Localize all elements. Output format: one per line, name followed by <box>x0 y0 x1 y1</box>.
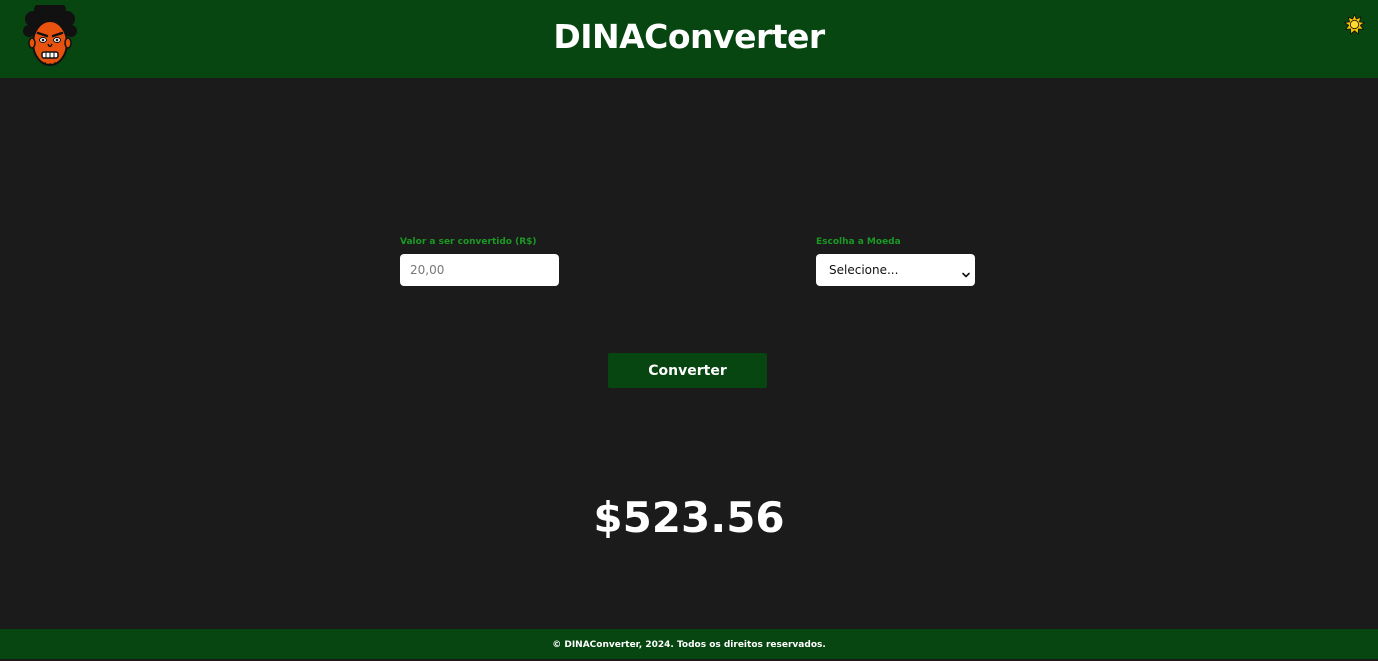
sun-icon[interactable] <box>1343 13 1366 35</box>
convert-button[interactable]: Converter <box>608 353 767 388</box>
amount-input[interactable] <box>400 254 559 286</box>
currency-select[interactable]: Selecione... <box>816 254 975 286</box>
footer: © DINAConverter, 2024. Todos os direitos… <box>0 629 1378 659</box>
chevron-down-icon <box>961 265 971 278</box>
conversion-result: $523.56 <box>593 493 785 542</box>
currency-selected-value: Selecione... <box>829 263 899 277</box>
footer-copyright: © DINAConverter, 2024. Todos os direitos… <box>552 640 826 650</box>
header: DINAConverter <box>0 0 1378 78</box>
currency-label: Escolha a Moeda <box>816 237 901 247</box>
app-title: DINAConverter <box>553 17 825 56</box>
amount-label: Valor a ser convertido (R$) <box>400 237 537 247</box>
